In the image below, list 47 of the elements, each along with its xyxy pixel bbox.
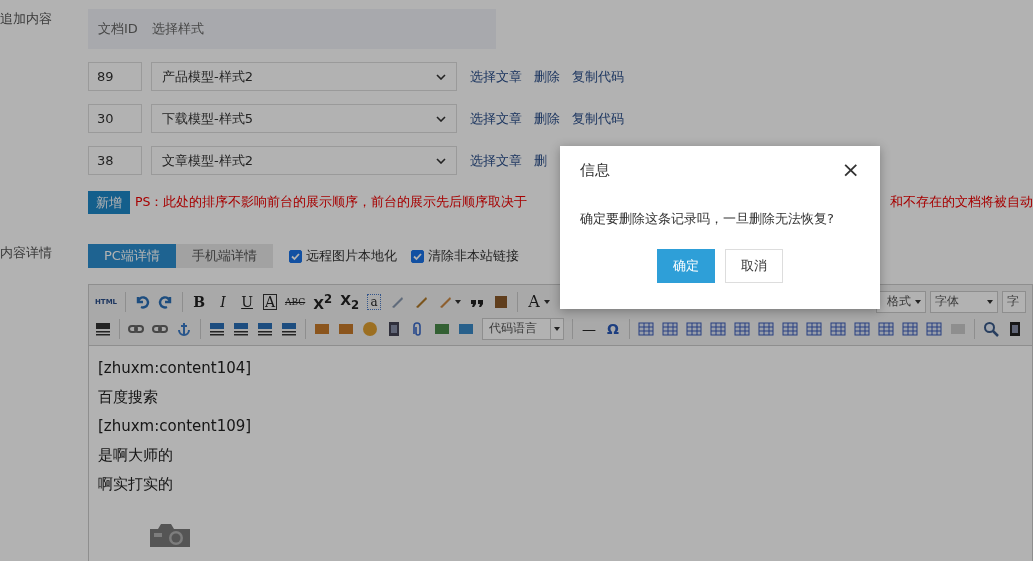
style-select[interactable]: 文章模型-样式2 xyxy=(151,146,457,175)
toolbar-dropdown[interactable]: 格式 xyxy=(876,290,926,313)
dialog-title: 信息 xyxy=(580,160,610,180)
toolbar-glyph[interactable]: a xyxy=(367,293,382,310)
tab[interactable]: 手机端详情 xyxy=(175,244,273,268)
toolbar-glyph[interactable]: — xyxy=(581,320,597,337)
toolbar-glyph[interactable]: A xyxy=(526,292,543,311)
toolbar-glyph[interactable]: X$^{2}$ xyxy=(313,291,333,312)
column-header: 选择样式 xyxy=(151,20,204,38)
action-link[interactable]: 选择文章 xyxy=(470,109,522,128)
editor-text: 百度搜索 xyxy=(98,387,159,408)
action-link[interactable]: 选择文章 xyxy=(470,151,522,170)
column-header: 文档ID xyxy=(98,20,138,38)
note-text: PS：此处的排序不影响前台的展示顺序，前台的展示先后顺序取决于 xyxy=(135,194,528,211)
section-label: 内容详情 xyxy=(0,244,53,262)
checkbox-label: 远程图片本地化 xyxy=(305,247,397,265)
action-link[interactable]: 复制代码 xyxy=(572,109,624,128)
code-language-dropdown[interactable]: 代码语言 xyxy=(482,317,564,340)
toolbar-glyph[interactable]: B xyxy=(191,293,208,310)
editor-text: 是啊大师的 xyxy=(98,445,174,466)
id-field[interactable]: 38 xyxy=(88,146,142,175)
toolbar-glyph[interactable]: I xyxy=(215,293,232,310)
action-link[interactable]: 复制代码 xyxy=(572,67,624,86)
editor-text: 啊实打实的 xyxy=(98,474,174,495)
action-link[interactable]: 删除 xyxy=(534,109,560,128)
action-link[interactable]: 选择文章 xyxy=(470,67,522,86)
id-field[interactable]: 30 xyxy=(88,104,142,133)
toolbar-glyph[interactable]: X$_{2}$ xyxy=(340,291,360,312)
toolbar-glyph[interactable]: U xyxy=(239,293,256,310)
toolbar-glyph[interactable]: ABC xyxy=(285,296,306,307)
style-select[interactable]: 产品模型-样式2 xyxy=(151,62,457,91)
action-link[interactable]: 删 xyxy=(534,151,547,170)
close-button[interactable]: × xyxy=(841,160,860,180)
style-select[interactable]: 下载模型-样式5 xyxy=(151,104,457,133)
id-field[interactable]: 89 xyxy=(88,62,142,91)
toolbar-glyph[interactable]: A xyxy=(263,293,278,310)
toolbar-glyph[interactable]: Ω xyxy=(605,320,621,337)
dialog-message: 确定要删除这条记录吗，一旦删除无法恢复? xyxy=(580,210,835,228)
action-link[interactable]: 删除 xyxy=(534,67,560,86)
editor-text: [zhuxm:content104] xyxy=(98,358,253,379)
toolbar-dropdown[interactable]: 字 xyxy=(1002,290,1026,313)
checkbox-label: 清除非本站链接 xyxy=(427,247,519,265)
cancel-button[interactable]: 取消 xyxy=(725,249,783,283)
toolbar-dropdown[interactable]: 字体 xyxy=(930,290,998,313)
editor-text: [zhuxm:content109] xyxy=(98,416,253,437)
note-text: 和不存在的文档将被自动 xyxy=(890,194,1033,211)
section-label: 追加内容 xyxy=(0,10,53,28)
